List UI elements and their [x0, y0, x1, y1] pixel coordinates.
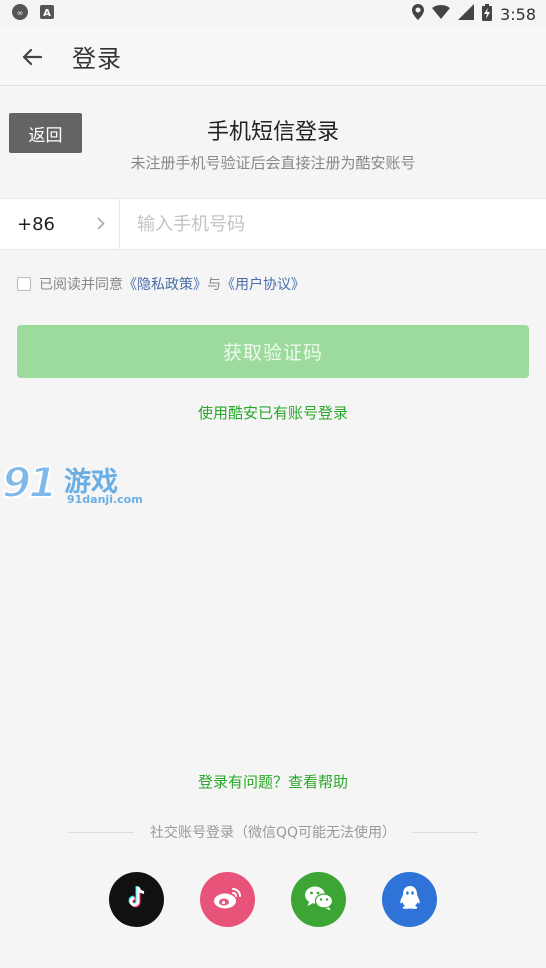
- watermark-domain: 91danji.com: [67, 493, 143, 506]
- agreement-checkbox[interactable]: [17, 277, 31, 291]
- get-code-button[interactable]: 获取验证码: [17, 325, 529, 378]
- back-arrow-icon[interactable]: [4, 28, 60, 86]
- infinity-icon: ∞: [10, 4, 30, 24]
- divider-line-left: [68, 831, 134, 833]
- watermark-numerals: 91: [1, 457, 58, 508]
- agreement-conjunction: 与: [207, 277, 221, 293]
- coolapk-account-login-link: 使用酷安已有账号登录: [0, 402, 546, 423]
- login-help-link[interactable]: 登录有问题？查看帮助: [198, 773, 348, 791]
- wechat-icon: [304, 885, 334, 915]
- douyin-login-button[interactable]: [109, 872, 164, 927]
- location-icon: [412, 4, 425, 24]
- qq-icon: [399, 885, 421, 915]
- tiktok-icon: [125, 885, 149, 915]
- social-login-divider: 社交账号登录（微信QQ可能无法使用）: [68, 822, 479, 842]
- status-bar: ∞ A 3:58: [0, 0, 546, 28]
- a-badge-icon: A: [40, 5, 54, 23]
- chevron-right-icon: [97, 215, 105, 234]
- phone-number-input[interactable]: [120, 199, 546, 249]
- page-header-title: 登录: [72, 45, 122, 73]
- svg-text:∞: ∞: [17, 9, 24, 18]
- login-title: 手机短信登录: [206, 120, 339, 145]
- social-login-label: 社交账号登录（微信QQ可能无法使用）: [149, 825, 397, 841]
- weibo-login-button[interactable]: [200, 872, 255, 927]
- social-login-buttons: [109, 872, 439, 928]
- agreement-row: 已阅读并同意 《隐私政策》 与 《用户协议》: [17, 274, 305, 294]
- wifi-icon: [432, 5, 451, 23]
- phone-input-row: +86: [0, 198, 546, 250]
- country-code-label: +86: [17, 213, 55, 235]
- user-agreement-link[interactable]: 《用户协议》: [221, 274, 305, 294]
- wechat-login-button[interactable]: [291, 872, 346, 927]
- privacy-policy-link[interactable]: 《隐私政策》: [123, 274, 207, 294]
- signal-icon: [458, 4, 475, 24]
- divider-line-right: [412, 831, 479, 833]
- svg-text:A: A: [43, 8, 51, 19]
- coolapk-account-login-label[interactable]: 使用酷安已有账号登录: [198, 404, 348, 422]
- watermark-logo: 91 游戏 91danji.com: [0, 457, 143, 514]
- weibo-icon: [213, 886, 243, 914]
- status-time: 3:58: [500, 4, 536, 24]
- app-bar: 登录: [0, 28, 546, 86]
- agreement-prefix: 已阅读并同意: [39, 277, 123, 293]
- battery-charging-icon: [482, 3, 493, 25]
- qq-login-button[interactable]: [382, 872, 437, 927]
- country-code-selector[interactable]: +86: [0, 198, 120, 250]
- login-subtitle: 未注册手机号验证后会直接注册为酷安账号: [130, 154, 416, 172]
- help-link-row: 登录有问题？查看帮助: [0, 771, 546, 792]
